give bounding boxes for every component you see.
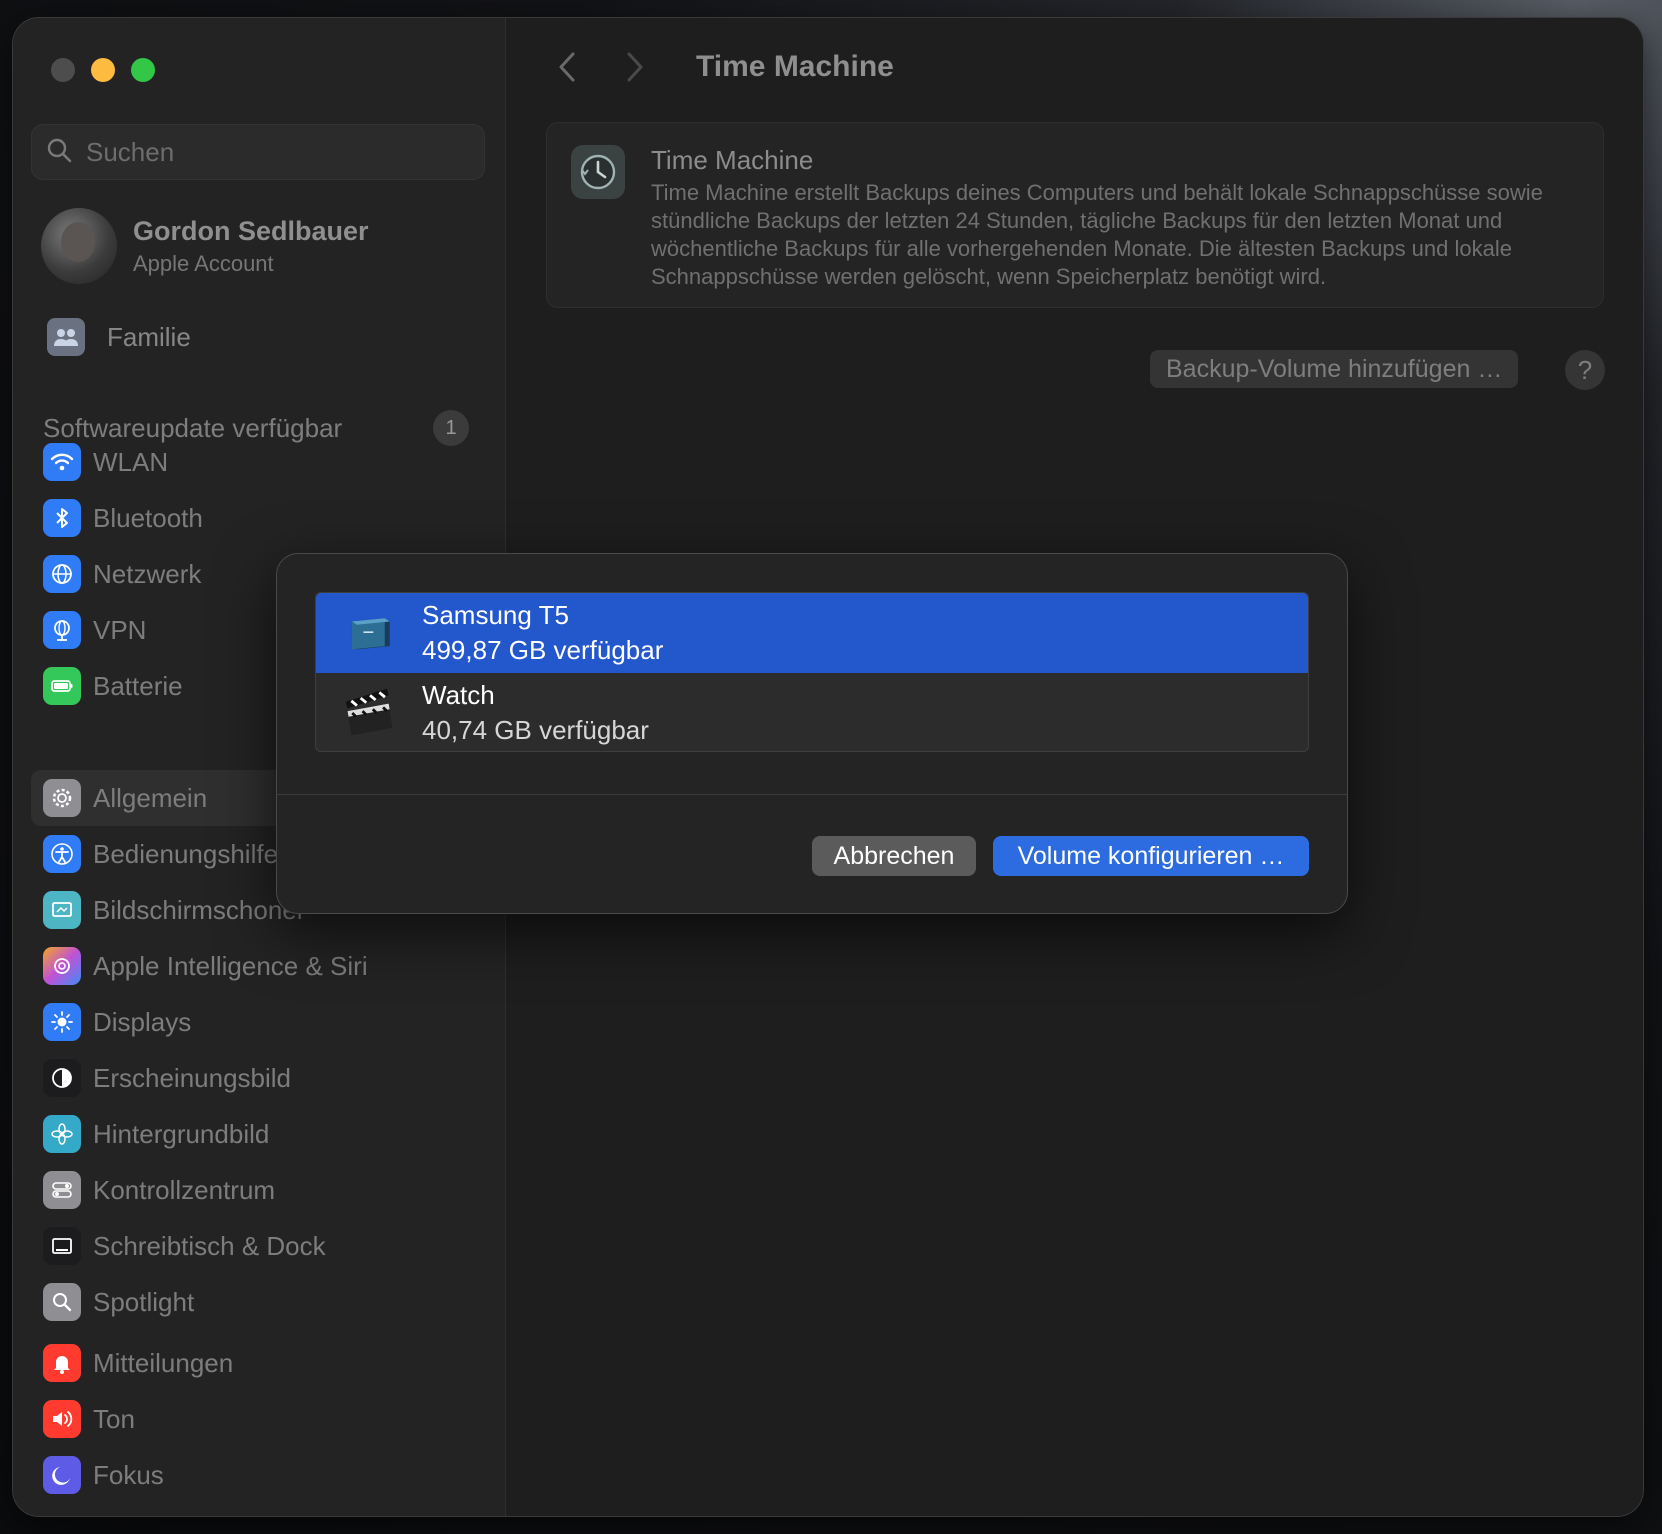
info-description: Time Machine erstellt Backups deines Com… [651, 180, 1543, 289]
bell-icon [43, 1344, 81, 1382]
sidebar-item-label: Apple Intelligence & Siri [93, 950, 368, 981]
sun-icon [43, 1003, 81, 1041]
search-field[interactable] [31, 124, 485, 180]
toggles-icon [43, 1171, 81, 1209]
time-machine-info-box: Time Machine Time Machine erstellt Backu… [546, 122, 1604, 308]
sidebar-item-label: Ton [93, 1403, 135, 1434]
chevron-right-icon [627, 52, 643, 82]
zoom-button[interactable] [131, 58, 155, 82]
bluetooth-icon [43, 499, 81, 537]
sidebar-group-notifications: Mitteilungen Ton Fokus [31, 1335, 491, 1503]
sidebar-item-label: Bildschirmschoner [93, 894, 306, 925]
sidebar-item-label: Schreibtisch & Dock [93, 1230, 326, 1261]
magnifier-icon [43, 1283, 81, 1321]
siri-icon [43, 947, 81, 985]
select-volume-dialog: Samsung T5 499,87 GB verfügbar Watch 40,… [276, 553, 1348, 914]
sidebar-item-familie[interactable]: Familie [47, 318, 191, 356]
sidebar-item-spotlight[interactable]: Spotlight [31, 1274, 491, 1330]
clapperboard-icon [340, 685, 400, 741]
help-button[interactable]: ? [1565, 350, 1605, 390]
settings-window: Gordon Sedlbauer Apple Account Familie S… [13, 18, 1643, 1516]
volume-name: Watch [422, 680, 495, 710]
sidebar-item-label: Hintergrundbild [93, 1118, 270, 1149]
volume-list: Samsung T5 499,87 GB verfügbar Watch 40,… [315, 592, 1309, 752]
sidebar-item-label: Mitteilungen [93, 1347, 234, 1378]
sidebar-item-label: Bluetooth [93, 502, 203, 533]
sidebar-item-label: Spotlight [93, 1286, 195, 1317]
search-input[interactable] [84, 135, 468, 169]
screensaver-icon [43, 891, 81, 929]
appearance-icon [43, 1059, 81, 1097]
volume-row-samsung-t5[interactable]: Samsung T5 499,87 GB verfügbar [316, 593, 1308, 673]
sidebar-item-fokus[interactable]: Fokus [31, 1447, 491, 1503]
add-backup-volume-button[interactable]: Backup-Volume hinzufügen … [1150, 350, 1519, 388]
sidebar-item-label: Batterie [93, 670, 183, 701]
sidebar-item-label: VPN [93, 614, 147, 645]
cancel-button[interactable]: Abbrechen [812, 836, 976, 876]
forward-button[interactable] [624, 50, 646, 89]
sidebar-item-ton[interactable]: Ton [31, 1391, 491, 1447]
volume-available: 499,87 GB verfügbar [422, 635, 664, 665]
chevron-left-icon [559, 52, 575, 82]
sidebar-item-label: Allgemein [93, 782, 208, 813]
account-name: Gordon Sedlbauer [133, 215, 369, 246]
family-label: Familie [107, 321, 191, 352]
sidebar-item-displays[interactable]: Displays [31, 994, 491, 1050]
search-icon [46, 137, 72, 168]
accessibility-icon [43, 835, 81, 873]
sidebar-item-label: WLAN [93, 446, 169, 477]
battery-icon [43, 667, 81, 705]
sidebar-item-bluetooth[interactable]: Bluetooth [31, 490, 491, 546]
navigation-arrows [556, 50, 646, 89]
sidebar-item-apple-intelligence-siri[interactable]: Apple Intelligence & Siri [31, 938, 491, 994]
sidebar-item-label: Fokus [93, 1459, 164, 1490]
sidebar-item-label: Netzwerk [93, 558, 202, 589]
info-title: Time Machine [651, 145, 814, 175]
speaker-icon [43, 1400, 81, 1438]
family-icon [47, 318, 85, 356]
close-button[interactable] [51, 58, 75, 82]
sidebar-item-wlan[interactable]: WLAN [31, 434, 491, 490]
avatar [41, 208, 117, 284]
sidebar-item-kontrollzentrum[interactable]: Kontrollzentrum [31, 1162, 491, 1218]
gear-icon [43, 779, 81, 817]
page-title: Time Machine [696, 50, 894, 83]
time-machine-icon [571, 145, 625, 199]
wifi-icon [43, 443, 81, 481]
sidebar-item-label: Erscheinungsbild [93, 1062, 292, 1093]
globe-icon [43, 555, 81, 593]
back-button[interactable] [556, 50, 578, 89]
sidebar-item-erscheinungsbild[interactable]: Erscheinungsbild [31, 1050, 491, 1106]
sidebar-item-label: Bedienungshilfen [93, 838, 293, 869]
sidebar-item-label: Displays [93, 1006, 192, 1037]
external-drive-icon [340, 605, 400, 661]
sidebar-item-mitteilungen[interactable]: Mitteilungen [31, 1335, 491, 1391]
minimize-button[interactable] [91, 58, 115, 82]
volume-name: Samsung T5 [422, 600, 569, 630]
moon-icon [43, 1456, 81, 1494]
sidebar-item-label: Kontrollzentrum [93, 1174, 276, 1205]
apple-account[interactable]: Gordon Sedlbauer Apple Account [41, 208, 369, 284]
dock-icon [43, 1227, 81, 1265]
volume-available: 40,74 GB verfügbar [422, 715, 649, 745]
sidebar-item-schreibtisch-dock[interactable]: Schreibtisch & Dock [31, 1218, 491, 1274]
flower-icon [43, 1115, 81, 1153]
dialog-divider [277, 794, 1347, 795]
account-subtitle: Apple Account [133, 250, 274, 276]
vpn-globe-icon [43, 611, 81, 649]
configure-volume-button[interactable]: Volume konfigurieren … [993, 836, 1309, 876]
sidebar-item-hintergrundbild[interactable]: Hintergrundbild [31, 1106, 491, 1162]
volume-row-watch[interactable]: Watch 40,74 GB verfügbar [316, 673, 1308, 751]
traffic-lights [51, 58, 155, 82]
